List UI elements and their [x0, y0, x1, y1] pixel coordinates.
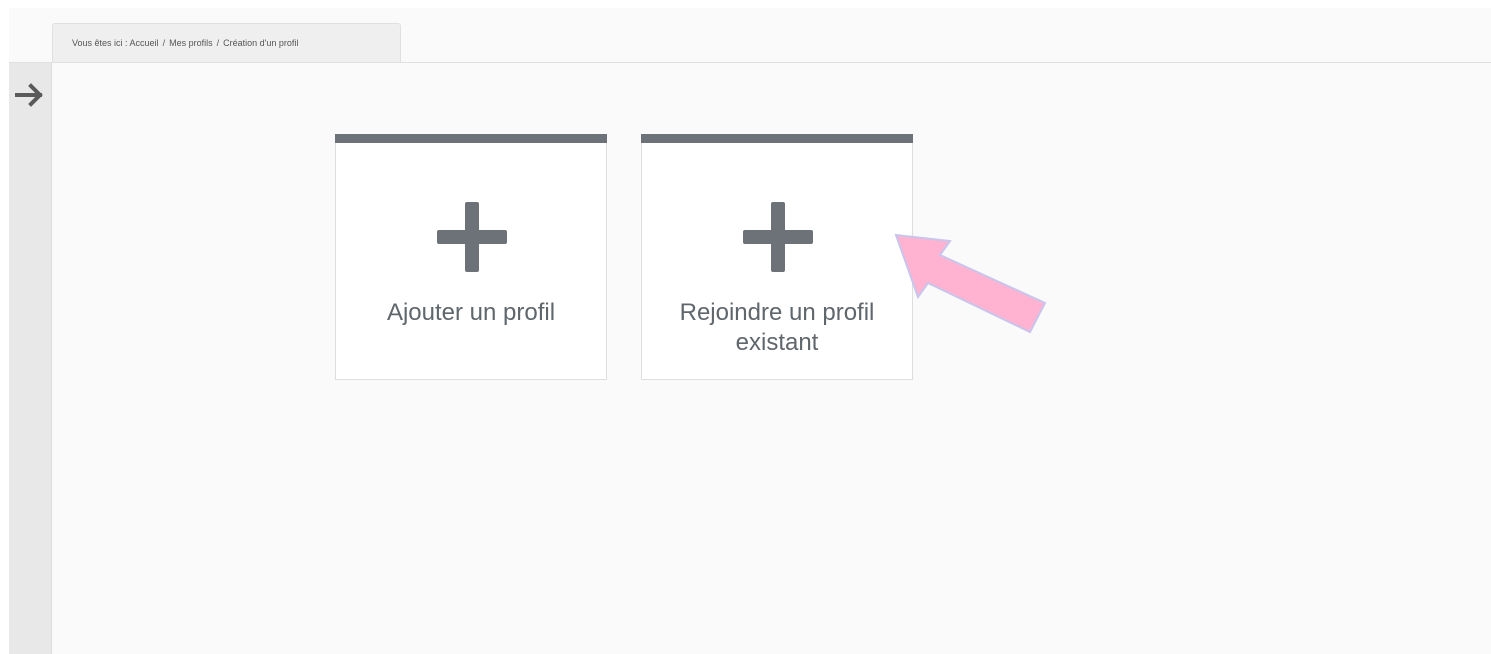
breadcrumb-separator: / [216, 38, 220, 48]
arrow-right-icon [15, 83, 43, 107]
add-profile-label: Ajouter un profil [386, 299, 556, 326]
breadcrumb-link-my-profiles[interactable]: Mes profils [169, 38, 213, 48]
breadcrumb-prefix: Vous êtes ici : [72, 38, 128, 48]
card-top-bar [335, 134, 607, 143]
plus-icon [743, 202, 813, 272]
card-top-bar [641, 134, 913, 143]
breadcrumb-link-home[interactable]: Accueil [130, 38, 159, 48]
left-margin [0, 0, 9, 654]
header-divider [9, 62, 1491, 63]
top-margin [0, 0, 1491, 8]
join-profile-card[interactable]: Rejoindre un profil existant [641, 134, 913, 380]
callout-arrow-icon [894, 233, 1047, 334]
plus-icon [437, 202, 507, 272]
sidebar [9, 62, 52, 654]
sidebar-toggle-button[interactable] [9, 74, 51, 114]
breadcrumb-separator: / [162, 38, 166, 48]
add-profile-card[interactable]: Ajouter un profil [335, 134, 607, 380]
join-profile-label: Rejoindre un profil existant [679, 299, 875, 356]
breadcrumb: Vous êtes ici : Accueil / Mes profils / Créa… [52, 23, 401, 62]
breadcrumb-current: Création d'un profil [223, 38, 299, 48]
